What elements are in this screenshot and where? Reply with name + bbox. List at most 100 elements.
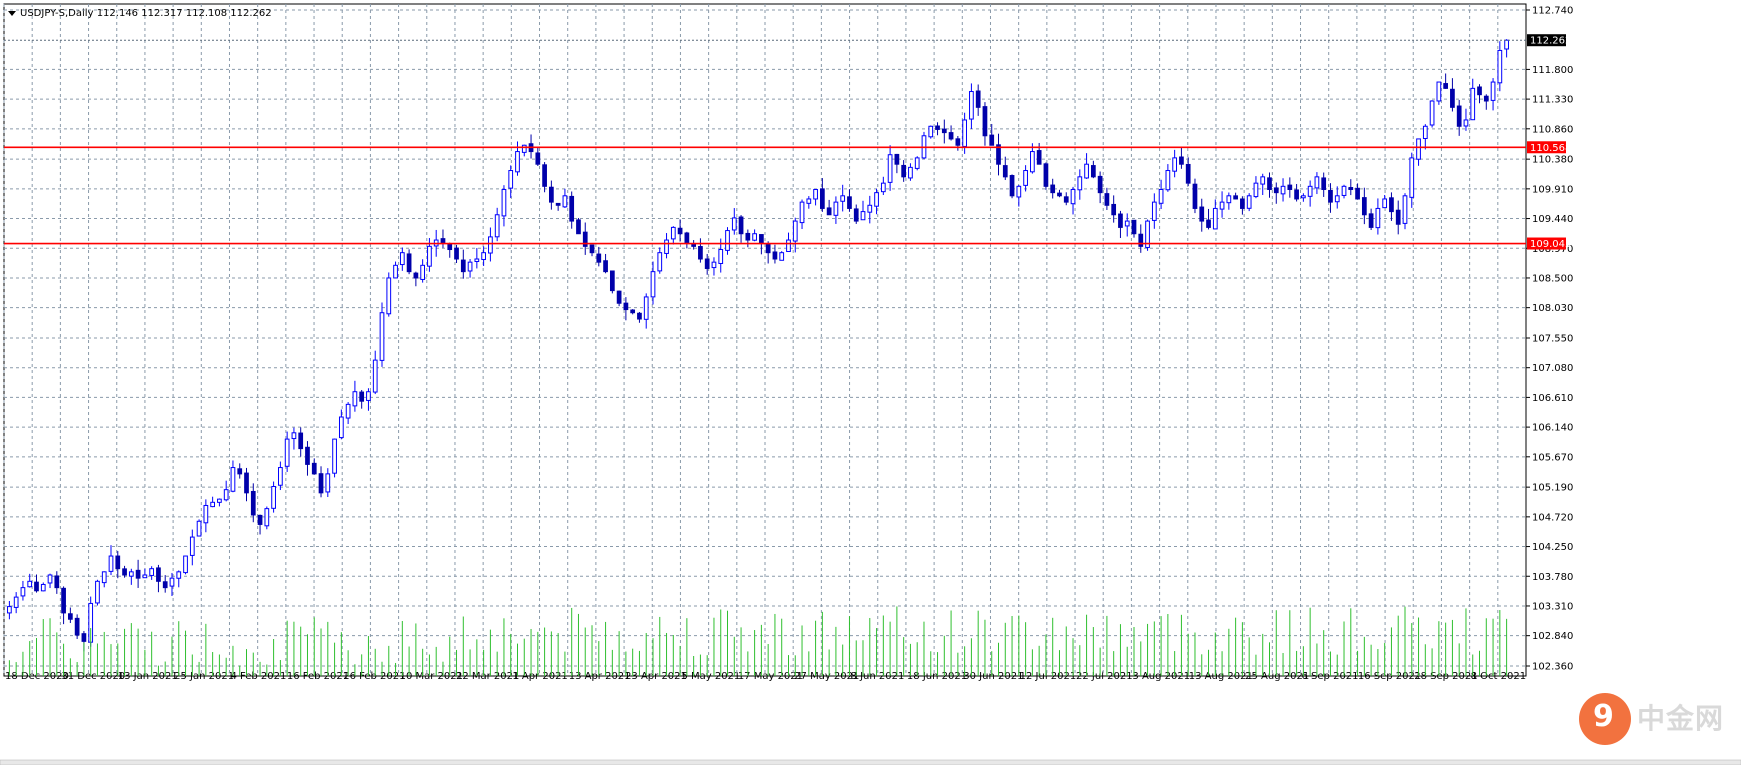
x-tick-label: 13 Aug 2021 [1189,671,1253,682]
y-tick-label: 103.780 [1532,572,1573,583]
bottom-scrollbar [0,759,1741,765]
x-tick-label: 31 Dec 2020 [61,671,125,682]
candle-body [332,438,337,474]
candle-body [1111,203,1117,216]
candle-body [230,467,236,492]
candle-body [1463,119,1469,127]
candle-body [975,90,981,108]
candle-body [34,581,39,592]
candle-body [880,182,886,193]
candle-body [393,264,398,279]
x-tick-label: 12 Jul 2021 [1020,671,1077,682]
candle-body [1199,206,1205,222]
candle-body [1409,157,1415,198]
candle-body [440,238,446,244]
y-tick-label: 105.670 [1532,452,1573,463]
candle-body [1389,197,1394,213]
x-tick-label: 22 Jul 2021 [1076,671,1133,682]
candle-body [955,138,961,146]
candle-body [914,157,920,169]
y-tick-label: 104.250 [1532,542,1573,553]
candle-body [379,312,385,361]
candle-body [542,164,547,187]
candle-body [1165,170,1171,191]
candle-body [189,536,195,556]
candle-body [698,246,703,260]
candle-body [359,391,365,402]
candle-body [1151,201,1157,221]
candle-body [1355,187,1360,200]
candle-body [1016,185,1022,198]
candle-body [311,462,317,475]
candle-body [765,243,771,254]
watermark: 9 中金网 [1579,691,1729,749]
candle-body [1328,189,1333,203]
watermark-text: 中金网 [1637,702,1725,735]
candle-body [989,134,995,146]
candle-body [386,277,392,315]
candle-body [725,230,730,251]
candle-body [941,128,947,134]
candle-body [494,214,500,238]
candle-body [867,204,873,213]
candle-body [74,617,80,636]
candle-body [908,166,913,179]
candle-body [874,192,879,207]
candle-body [305,446,310,465]
x-tick-label: 25 Jan 2021 [174,671,234,682]
candle-body [664,239,669,254]
y-tick-label: 110.860 [1532,124,1573,135]
y-tick-label: 108.500 [1532,273,1573,284]
y-tick-label: 108.030 [1532,303,1573,314]
x-tick-label: 1 Apr 2021 [512,671,567,682]
candle-body [352,391,358,407]
candle-body [657,252,663,272]
candle-body [576,219,581,235]
candle-body [1253,182,1259,198]
price-chart[interactable]: 112.740 111.800 111.330 110.860 110.380 109.9… [0,0,1741,765]
candle-body [95,580,100,604]
candle-body [1477,86,1482,96]
candle-body [1002,165,1008,178]
candle-body [1212,207,1218,230]
candle-body [826,207,832,216]
candle-body [1287,184,1293,190]
candle-body [786,239,791,253]
chart-header: USDJPY-S,Daily 112.146 112.317 112.108 1… [8,8,272,19]
candle-body [779,252,785,261]
candle-body [589,244,595,254]
candle-body [176,571,182,579]
candle-body [650,271,656,298]
y-tick-label: 103.310 [1532,601,1573,612]
candle-body [813,188,818,200]
candle-body [1307,185,1313,197]
candle-body [481,252,486,261]
candle-body [420,264,426,280]
candle-body [1185,163,1191,184]
candle-body [1009,175,1015,197]
candle-body [745,232,751,241]
candle-body [677,227,683,235]
candle-body [406,253,412,273]
symbol-label: USDJPY-S,Daily [20,8,94,19]
level-price-label: 110.568 [1530,143,1571,154]
candle-body [603,260,608,273]
candle-body [108,555,114,572]
candle-body [1036,150,1042,165]
candle-body [217,498,222,503]
candle-body [142,574,148,579]
candle-body [278,467,283,486]
candle-body [1050,184,1056,194]
candle-body [1030,151,1035,173]
candle-body [1192,183,1198,209]
x-tick-label: 22 Mar 2021 [456,671,519,682]
candle-body [596,253,602,263]
candle-body [799,201,805,224]
x-tick-label: 8 Oct 2021 [1471,671,1526,682]
x-tick-label: 26 Feb 2021 [343,671,405,682]
candle-body [569,195,575,222]
candle-body [901,164,907,178]
candle-body [1483,95,1489,102]
candle-body [1260,176,1266,185]
dropdown-triangle-icon[interactable] [8,10,16,16]
